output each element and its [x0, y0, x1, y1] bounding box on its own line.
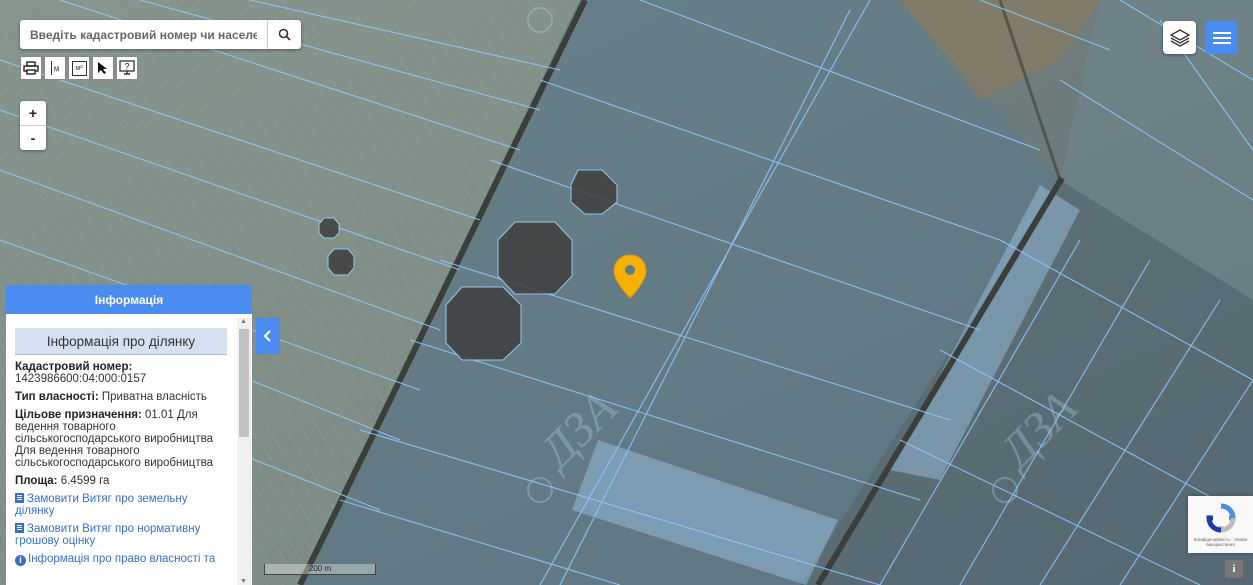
hamburger-menu-icon [1212, 31, 1231, 44]
order-extract-label: Замовити Витяг про земельну ділянку [15, 493, 188, 517]
search-input[interactable] [20, 20, 267, 49]
area-value: 6.4599 га [60, 475, 110, 487]
layers-button[interactable] [1163, 21, 1196, 54]
info-panel: Інформація Інформація про ділянку Кадаст… [6, 285, 252, 585]
order-valuation-link[interactable]: Замовити Витяг про нормативну грошову оц… [15, 523, 225, 547]
attribution-info-button[interactable]: i [1225, 560, 1243, 578]
chevron-left-icon [263, 330, 271, 342]
recaptcha-badge[interactable]: Конфіденційність · Умови використання [1188, 496, 1253, 553]
search-icon [278, 28, 291, 41]
map-scale-bar: 200 m [264, 564, 376, 575]
zoom-out-button[interactable]: - [20, 126, 46, 150]
zoom-in-button[interactable]: + [20, 101, 46, 126]
collapse-panel-button[interactable] [256, 318, 280, 354]
scroll-down-arrow-icon[interactable]: ▼ [240, 578, 247, 585]
document-icon [15, 523, 24, 533]
ownership-info-label: Інформація про право власності та [28, 553, 216, 565]
info-tool-button[interactable]: ? [116, 56, 138, 80]
scroll-up-arrow-icon[interactable]: ▲ [240, 318, 247, 325]
select-tool-button[interactable] [92, 56, 114, 80]
info-monitor-icon: ? [119, 60, 135, 75]
order-valuation-label: Замовити Витяг про нормативну грошову оц… [15, 523, 201, 547]
document-icon [15, 493, 24, 503]
svg-text:?: ? [124, 62, 129, 72]
info-panel-scrollbar[interactable]: ▲ ▼ [237, 318, 251, 585]
scroll-thumb[interactable] [239, 329, 249, 437]
order-extract-link[interactable]: Замовити Витяг про земельну ділянку [15, 493, 215, 517]
printer-icon [23, 61, 39, 75]
cadastral-value: 1423986600:04:000:0157 [15, 373, 147, 385]
area-label: Площа: [15, 475, 58, 487]
print-button[interactable] [20, 56, 42, 80]
purpose-label: Цільове призначення: [15, 409, 142, 421]
info-panel-header: Інформація [6, 285, 252, 314]
parcel-info-title: Інформація про ділянку [15, 328, 227, 355]
ruler-meters-icon: м [50, 61, 59, 75]
ownership-type: Тип власності: Приватна власність [15, 391, 237, 403]
layers-icon [1169, 28, 1190, 47]
purpose: Цільове призначення: 01.01 Для ведення т… [15, 409, 225, 469]
info-circle-icon: i [15, 555, 26, 566]
recaptcha-icon [1206, 503, 1236, 533]
cadastral-number: Кадастровий номер: 1423986600:04:000:015… [15, 361, 237, 385]
ownership-value: Приватна власність [101, 391, 207, 403]
search-bar [20, 20, 301, 49]
measure-area-button[interactable]: м² [68, 56, 90, 80]
cadastral-label: Кадастровий номер: [15, 361, 133, 373]
map-toolbar: м м² ? [20, 56, 138, 80]
cursor-arrow-icon [98, 62, 107, 74]
ownership-info-link[interactable]: i Інформація про право власності та [15, 553, 237, 566]
ownership-label: Тип власності: [15, 391, 99, 403]
recaptcha-terms: Конфіденційність · Умови використання [1193, 537, 1248, 547]
zoom-control: + - [20, 101, 46, 150]
measure-distance-button[interactable]: м [44, 56, 66, 80]
info-panel-body[interactable]: Інформація про ділянку Кадастровий номер… [6, 318, 237, 585]
area: Площа: 6.4599 га [15, 475, 237, 487]
search-button[interactable] [267, 20, 301, 49]
area-measure-icon: м² [71, 60, 87, 76]
menu-button[interactable] [1205, 21, 1238, 54]
